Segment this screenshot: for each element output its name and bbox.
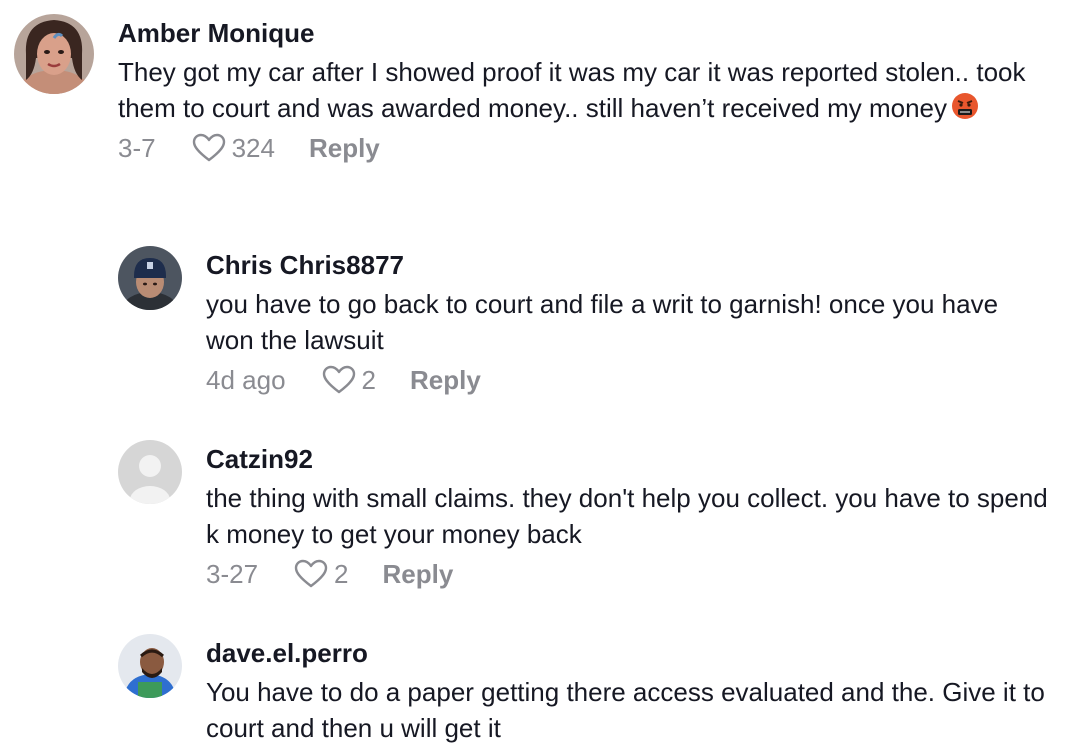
- heart-outline-icon: [192, 133, 225, 162]
- comment-date: 3-27: [206, 558, 259, 589]
- avatar[interactable]: [118, 634, 182, 698]
- comment-text-body: They got my car after I showed proof it …: [118, 57, 1026, 123]
- reply-button[interactable]: Reply: [383, 559, 454, 590]
- comment-meta: 3-27 2 Reply: [206, 556, 1048, 592]
- like-count: 2: [334, 558, 349, 589]
- username[interactable]: Catzin92: [206, 444, 1048, 474]
- comment-meta: 4d ago 2 Reply: [206, 362, 1048, 398]
- username[interactable]: Chris Chris8877: [206, 250, 1048, 280]
- angry-cursing-face-emoji: [951, 92, 979, 120]
- username[interactable]: dave.el.perro: [206, 638, 1048, 668]
- comment-date: 4d ago: [206, 364, 286, 395]
- like-button[interactable]: 2: [322, 365, 376, 396]
- comment-date: 3-7: [118, 132, 156, 163]
- like-count: 2: [361, 364, 376, 395]
- comment-text: you have to go back to court and file a …: [206, 289, 999, 355]
- heart-outline-icon: [294, 559, 328, 588]
- heart-outline-icon: [322, 365, 355, 394]
- default-user-avatar-icon[interactable]: [118, 440, 182, 504]
- comment-meta: 3-7 324 Reply: [118, 130, 1048, 166]
- like-button[interactable]: 2: [294, 558, 349, 590]
- comment-text: They got my car after I showed proof it …: [118, 54, 1048, 126]
- reply-button[interactable]: Reply: [309, 133, 380, 164]
- username[interactable]: Amber Monique: [118, 18, 1048, 48]
- reply-button[interactable]: Reply: [410, 365, 481, 396]
- like-button[interactable]: 324: [192, 133, 275, 164]
- avatar[interactable]: [118, 246, 182, 310]
- like-count: 324: [231, 132, 275, 163]
- avatar[interactable]: [14, 14, 94, 94]
- comment-text: the thing with small claims. they don't …: [206, 483, 1048, 549]
- comment-text: You have to do a paper getting there acc…: [206, 677, 1045, 743]
